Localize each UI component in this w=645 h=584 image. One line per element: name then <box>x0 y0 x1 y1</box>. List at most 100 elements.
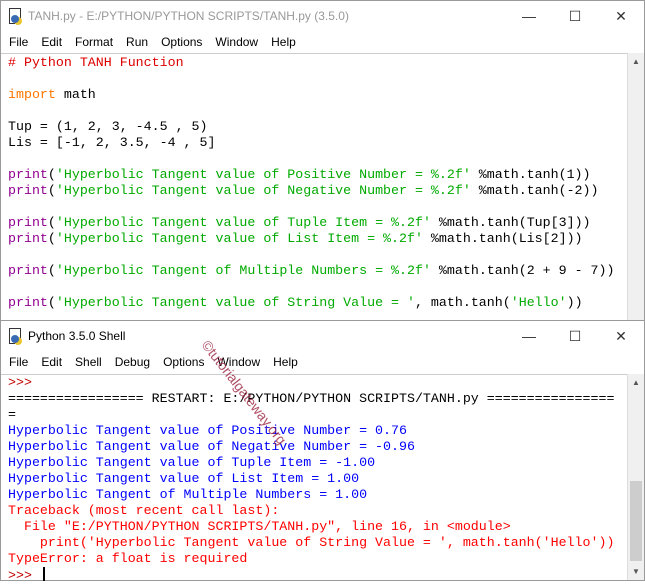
token-err: Traceback (most recent call last): <box>8 503 280 518</box>
editor-scrollbar[interactable]: ▲ <box>627 53 644 321</box>
code-line: = <box>8 407 627 423</box>
close-button[interactable]: ✕ <box>598 1 644 31</box>
code-line: print('Hyperbolic Tangent value of List … <box>8 231 627 247</box>
shell-window: Python 3.5.0 Shell — ☐ ✕ File Edit Shell De… <box>0 320 645 583</box>
menu-options[interactable]: Options <box>161 35 202 49</box>
token-str: 'Hyperbolic Tangent value of Tuple Item … <box>55 215 431 230</box>
menu-edit[interactable]: Edit <box>41 35 62 49</box>
code-line: >>> <box>8 375 627 391</box>
menu-format[interactable]: Format <box>75 35 113 49</box>
code-line: Hyperbolic Tangent value of Tuple Item =… <box>8 455 627 471</box>
token-bi: print <box>8 295 48 310</box>
menu-file[interactable]: File <box>9 355 28 369</box>
token-bi: print <box>8 183 48 198</box>
code-line: Traceback (most recent call last): <box>8 503 627 519</box>
token-df: %math.tanh(2 + 9 - 7)) <box>430 263 615 278</box>
shell-menubar: File Edit Shell Debug Options Window Help <box>1 351 644 373</box>
shell-scrollbar[interactable]: ▲ ▼ <box>627 374 644 580</box>
token-df: Tup = (1, 2, 3, -4.5 , 5) <box>8 119 208 134</box>
code-line: print('Hyperbolic Tangent value of Strin… <box>8 295 627 311</box>
shell-titlebar: Python 3.5.0 Shell — ☐ ✕ <box>1 321 644 351</box>
code-line: print('Hyperbolic Tangent value of Strin… <box>8 535 627 551</box>
editor-menubar: File Edit Format Run Options Window Help <box>1 31 644 53</box>
token-err: TypeError: a float is required <box>8 551 248 566</box>
code-line: # Python TANH Function <box>8 55 627 71</box>
scroll-up-arrow-icon[interactable]: ▲ <box>628 53 644 70</box>
editor-title: TANH.py - E:/PYTHON/PYTHON SCRIPTS/TANH.… <box>28 9 349 23</box>
token-df: math <box>55 87 96 102</box>
menu-debug[interactable]: Debug <box>115 355 150 369</box>
token-df: ( <box>47 215 56 230</box>
token-bi: print <box>8 263 48 278</box>
minimize-button[interactable]: — <box>506 1 552 31</box>
token-out: Hyperbolic Tangent value of Tuple Item =… <box>8 455 376 470</box>
menu-help[interactable]: Help <box>273 355 298 369</box>
scroll-down-arrow-icon[interactable]: ▼ <box>628 563 644 580</box>
idle-icon <box>8 8 22 24</box>
code-line: print('Hyperbolic Tangent value of Tuple… <box>8 215 627 231</box>
code-line: Tup = (1, 2, 3, -4.5 , 5) <box>8 119 627 135</box>
code-line: import math <box>8 87 627 103</box>
menu-run[interactable]: Run <box>126 35 148 49</box>
code-line: Hyperbolic Tangent of Multiple Numbers =… <box>8 487 627 503</box>
token-str: 'Hyperbolic Tangent of Multiple Numbers … <box>55 263 431 278</box>
menu-file[interactable]: File <box>9 35 28 49</box>
token-cmt: # Python TANH Function <box>8 55 184 70</box>
close-button[interactable]: ✕ <box>598 321 644 351</box>
token-bi: print <box>8 231 48 246</box>
shell-title: Python 3.5.0 Shell <box>28 329 126 343</box>
code-line: TypeError: a float is required <box>8 551 627 567</box>
menu-edit[interactable]: Edit <box>41 355 62 369</box>
token-df: %math.tanh(Lis[2])) <box>422 231 583 246</box>
editor-titlebar: TANH.py - E:/PYTHON/PYTHON SCRIPTS/TANH.… <box>1 1 644 31</box>
token-df: %math.tanh(Tup[3])) <box>430 215 591 230</box>
text-cursor <box>42 567 45 581</box>
token-str: 'Hyperbolic Tangent value of List Item =… <box>55 231 423 246</box>
token-out: Hyperbolic Tangent value of Negative Num… <box>8 439 415 454</box>
code-line: Lis = [-1, 2, 3.5, -4 , 5] <box>8 135 627 151</box>
menu-options[interactable]: Options <box>163 355 204 369</box>
code-editor[interactable]: # Python TANH Function import math Tup = (… <box>1 53 627 321</box>
code-line: Hyperbolic Tangent value of Positive Num… <box>8 423 627 439</box>
menu-shell[interactable]: Shell <box>75 355 102 369</box>
token-str: 'Hyperbolic Tangent value of Negative Nu… <box>55 183 471 198</box>
scroll-thumb[interactable] <box>630 481 642 561</box>
token-df: %math.tanh(-2)) <box>470 183 599 198</box>
minimize-button[interactable]: — <box>506 321 552 351</box>
code-line: File "E:/PYTHON/PYTHON SCRIPTS/TANH.py",… <box>8 519 627 535</box>
scroll-up-arrow-icon[interactable]: ▲ <box>628 374 644 391</box>
code-line: print('Hyperbolic Tangent of Multiple Nu… <box>8 263 627 279</box>
token-df: ( <box>47 183 56 198</box>
token-str: 'Hyperbolic Tangent value of Positive Nu… <box>55 167 471 182</box>
shell-output[interactable]: >>> ================= RESTART: E:/PYTHON… <box>1 374 627 583</box>
token-df: ( <box>47 263 56 278</box>
token-bi: print <box>8 167 48 182</box>
token-err: print('Hyperbolic Tangent value of Strin… <box>8 535 615 550</box>
menu-window[interactable]: Window <box>215 35 258 49</box>
token-str: 'Hello' <box>510 295 567 310</box>
code-line: print('Hyperbolic Tangent value of Posit… <box>8 167 627 183</box>
token-df: )) <box>566 295 583 310</box>
menu-help[interactable]: Help <box>271 35 296 49</box>
token-df: ( <box>47 167 56 182</box>
token-out: Hyperbolic Tangent value of List Item = … <box>8 471 360 486</box>
code-line: Hyperbolic Tangent value of Negative Num… <box>8 439 627 455</box>
token-out: Hyperbolic Tangent value of Positive Num… <box>8 423 407 438</box>
editor-window: TANH.py - E:/PYTHON/PYTHON SCRIPTS/TANH.… <box>0 0 645 322</box>
token-sep: = <box>8 407 16 422</box>
maximize-button[interactable]: ☐ <box>552 321 598 351</box>
token-out: Hyperbolic Tangent of Multiple Numbers =… <box>8 487 368 502</box>
code-line: Hyperbolic Tangent value of List Item = … <box>8 471 627 487</box>
token-err: File "E:/PYTHON/PYTHON SCRIPTS/TANH.py",… <box>8 519 511 534</box>
code-line: ================= RESTART: E:/PYTHON/PYT… <box>8 391 627 407</box>
token-df: ( <box>47 231 56 246</box>
maximize-button[interactable]: ☐ <box>552 1 598 31</box>
token-df: ( <box>47 295 56 310</box>
token-kw: import <box>8 87 56 102</box>
idle-icon <box>8 328 22 344</box>
